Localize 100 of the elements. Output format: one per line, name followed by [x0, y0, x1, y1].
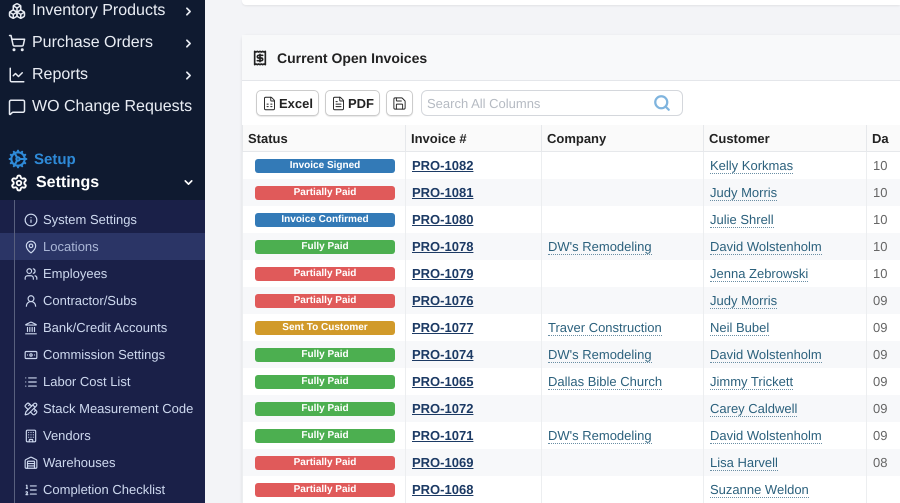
submenu-item[interactable]: Employees	[0, 260, 205, 287]
status-badge: Partially Paid	[255, 294, 395, 308]
search-field[interactable]: Search All Columns	[420, 90, 683, 116]
status-badge: Fully Paid	[255, 402, 395, 416]
invoice-link[interactable]: PRO-1081	[412, 185, 474, 200]
company-link[interactable]: DW's Remodeling	[548, 239, 652, 255]
invoice-link[interactable]: PRO-1082	[412, 158, 474, 173]
status-badge: Invoice Signed	[255, 158, 395, 172]
bank-icon	[24, 320, 38, 334]
column-header[interactable]: Customer	[704, 125, 866, 152]
date-text: 09	[873, 401, 888, 416]
export-button[interactable]: Excel	[256, 90, 319, 116]
customer-link[interactable]: Jimmy Trickett	[710, 374, 794, 390]
status-badge: Fully Paid	[255, 348, 395, 362]
customer-link[interactable]: David Wolstenholm	[710, 347, 822, 363]
search-icon	[652, 94, 671, 112]
column-header[interactable]: Status	[242, 125, 406, 152]
status-badge: Partially Paid	[255, 266, 395, 280]
status-badge: Partially Paid	[255, 482, 395, 496]
pin-icon	[24, 240, 38, 254]
document-icon	[330, 96, 346, 110]
column-header[interactable]: Invoice #	[406, 125, 542, 152]
status-badge: Partially Paid	[255, 456, 395, 470]
submenu-item[interactable]: Warehouses	[0, 449, 205, 476]
date-text: 10	[873, 266, 888, 281]
company-link[interactable]: DW's Remodeling	[548, 347, 652, 363]
date-text: 09	[873, 428, 888, 443]
export-button[interactable]: PDF	[324, 90, 380, 116]
status-badge: Sent To Customer	[255, 320, 395, 334]
date-text: 10	[873, 158, 888, 173]
invoice-link[interactable]: PRO-1065	[412, 374, 474, 389]
invoice-link[interactable]: PRO-1072	[412, 401, 474, 416]
settings-menu[interactable]: Settings	[0, 171, 205, 194]
invoice-link[interactable]: PRO-1076	[412, 293, 474, 308]
sidebar-item[interactable]: Purchase Orders	[0, 27, 205, 59]
column-header[interactable]: Company	[542, 125, 704, 152]
message-icon	[8, 98, 26, 116]
customer-link[interactable]: David Wolstenholm	[710, 428, 822, 444]
submenu-item[interactable]: Completion Checklist	[0, 476, 205, 503]
status-badge: Invoice Confirmed	[255, 212, 395, 226]
submenu-item[interactable]: System Settings	[0, 206, 205, 233]
invoice-link[interactable]: PRO-1078	[412, 239, 474, 254]
ruler-icon	[24, 402, 38, 416]
submenu-item[interactable]: Labor Cost List	[0, 368, 205, 395]
column-header[interactable]: Da	[866, 125, 900, 152]
status-badge: Partially Paid	[255, 186, 395, 200]
submenu-item[interactable]: Locations	[0, 233, 205, 260]
info-icon	[24, 212, 38, 226]
submenu-item[interactable]: Vendors	[0, 422, 205, 449]
section-title: Setup	[34, 150, 76, 168]
date-text: 10	[873, 212, 888, 227]
submenu-item[interactable]: Stack Measurement Code	[0, 395, 205, 422]
customer-link[interactable]: Carey Caldwell	[710, 401, 798, 417]
company-link[interactable]: DW's Remodeling	[548, 428, 652, 444]
sidebar-item[interactable]: Inventory Products	[0, 0, 205, 27]
submenu-item[interactable]: Contractor/Subs	[0, 287, 205, 314]
date-text: 09	[873, 320, 888, 335]
users-icon	[24, 266, 38, 280]
sidebar-item[interactable]: WO Change Requests	[0, 91, 205, 123]
status-badge: Fully Paid	[255, 374, 395, 388]
status-badge: Fully Paid	[255, 240, 395, 254]
customer-link[interactable]: Julie Shrell	[710, 212, 774, 228]
warehouse-icon	[24, 456, 38, 470]
invoice-link[interactable]: PRO-1074	[412, 347, 474, 362]
submenu-item[interactable]: Commission Settings	[0, 341, 205, 368]
gears-icon	[8, 149, 28, 170]
card-title: Current Open Invoices	[277, 50, 428, 66]
company-link[interactable]: Traver Construction	[548, 320, 662, 336]
date-text: 09	[873, 293, 888, 308]
customer-link[interactable]: Kelly Korkmas	[710, 158, 794, 174]
submenu-item[interactable]: Bank/Credit Accounts	[0, 314, 205, 341]
customer-link[interactable]: Judy Morris	[710, 293, 778, 309]
list-icon	[24, 374, 38, 388]
customer-link[interactable]: Neil Bubel	[710, 320, 770, 336]
user-icon	[24, 294, 38, 308]
date-text: 10	[873, 185, 888, 200]
numbered-list-icon	[24, 482, 38, 496]
customer-link[interactable]: Jenna Zebrowski	[710, 266, 808, 282]
invoice-icon	[252, 50, 268, 66]
customer-link[interactable]: Suzanne Weldon	[710, 482, 809, 498]
customer-link[interactable]: David Wolstenholm	[710, 239, 822, 255]
sidebar-item[interactable]: Reports	[0, 59, 205, 91]
invoice-link[interactable]: PRO-1071	[412, 428, 474, 443]
invoice-link[interactable]: PRO-1077	[412, 320, 474, 335]
settings-icon	[10, 174, 28, 192]
date-text: 10	[873, 239, 888, 254]
date-text: 09	[873, 347, 888, 362]
invoice-link[interactable]: PRO-1079	[412, 266, 474, 281]
boxes-icon	[8, 2, 26, 20]
company-link[interactable]: Dallas Bible Church	[548, 374, 662, 390]
invoice-link[interactable]: PRO-1069	[412, 455, 474, 470]
date-text: 09	[873, 374, 888, 389]
invoice-link[interactable]: PRO-1068	[412, 482, 474, 497]
invoice-link[interactable]: PRO-1080	[412, 212, 474, 227]
status-badge: Fully Paid	[255, 428, 395, 442]
customer-link[interactable]: Judy Morris	[710, 185, 778, 201]
chart-icon	[8, 66, 26, 84]
customer-link[interactable]: Lisa Harvell	[710, 455, 778, 471]
save-button[interactable]	[386, 90, 413, 116]
cart-icon	[8, 34, 26, 52]
